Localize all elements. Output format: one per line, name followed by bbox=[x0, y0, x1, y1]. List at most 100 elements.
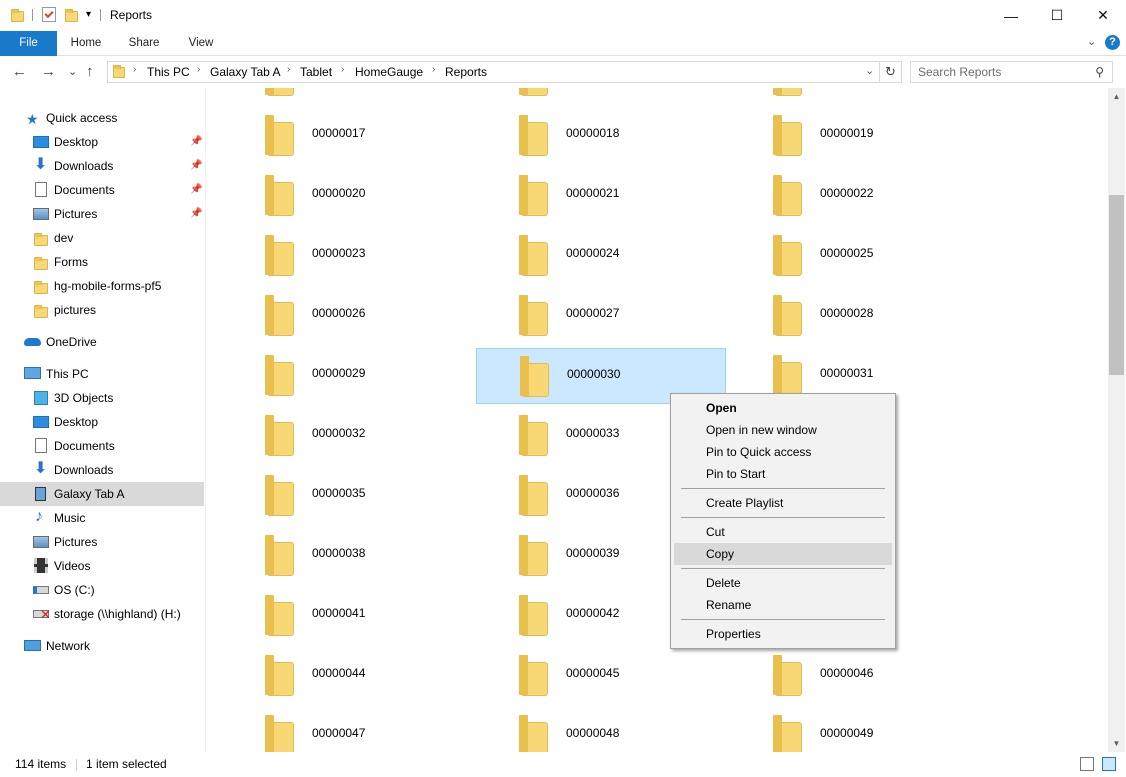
nav-quick-desktop[interactable]: Desktop 📌 bbox=[0, 130, 204, 154]
pin-icon[interactable]: 📌 bbox=[190, 130, 202, 154]
folder-item[interactable]: 00000048 bbox=[476, 708, 726, 752]
nav-pc-desktop[interactable]: Desktop bbox=[0, 410, 204, 434]
scroll-down-button[interactable]: ▼ bbox=[1108, 735, 1125, 752]
nav-music[interactable]: ♪ Music bbox=[0, 506, 204, 530]
menu-item-open-in-new-window[interactable]: Open in new window bbox=[674, 419, 892, 441]
tiles-view-icon[interactable] bbox=[1102, 757, 1116, 771]
pin-icon[interactable]: 📌 bbox=[190, 154, 202, 178]
pin-icon[interactable]: 📌 bbox=[190, 178, 202, 202]
folder-item[interactable]: 00000023 bbox=[222, 228, 472, 284]
breadcrumb-reports[interactable]: Reports bbox=[445, 65, 487, 79]
nav-3d-objects[interactable]: 3D Objects bbox=[0, 386, 204, 410]
search-box[interactable]: ⚲ bbox=[910, 61, 1113, 83]
address-dropdown-icon[interactable]: ⌄ bbox=[865, 64, 874, 77]
nav-this-pc[interactable]: This PC bbox=[0, 362, 204, 386]
menu-item-pin-to-start[interactable]: Pin to Start bbox=[674, 463, 892, 485]
folder-item[interactable]: 00000020 bbox=[222, 168, 472, 224]
breadcrumb-separator[interactable]: › bbox=[432, 64, 435, 75]
nav-pc-documents[interactable]: Documents bbox=[0, 434, 204, 458]
folder-item[interactable]: 00000022 bbox=[730, 168, 980, 224]
nav-quick-documents[interactable]: Documents 📌 bbox=[0, 178, 204, 202]
nav-onedrive[interactable]: OneDrive bbox=[0, 330, 204, 354]
up-button[interactable]: ↑ bbox=[86, 63, 94, 80]
tab-view[interactable]: View bbox=[176, 31, 226, 56]
tab-home[interactable]: Home bbox=[60, 31, 112, 56]
folder-item[interactable]: 00000014 bbox=[222, 88, 472, 104]
refresh-button[interactable]: ↻ bbox=[880, 61, 902, 83]
folder-item[interactable]: 00000038 bbox=[222, 528, 472, 584]
search-input[interactable] bbox=[911, 62, 1081, 82]
menu-item-open[interactable]: Open bbox=[674, 397, 892, 419]
folder-item[interactable]: 00000032 bbox=[222, 408, 472, 464]
breadcrumb-separator[interactable]: › bbox=[287, 64, 290, 75]
breadcrumb-this-pc[interactable]: This PC bbox=[147, 65, 190, 79]
nav-quick-hg-mobile-forms[interactable]: hg-mobile-forms-pf5 bbox=[0, 274, 204, 298]
ribbon-expand-icon[interactable]: ⌄ bbox=[1087, 35, 1096, 48]
folder-item[interactable]: 00000041 bbox=[222, 588, 472, 644]
nav-galaxy-tab-a[interactable]: Galaxy Tab A bbox=[0, 482, 204, 506]
folder-item[interactable]: 00000035 bbox=[222, 468, 472, 524]
folder-item[interactable]: 00000025 bbox=[730, 228, 980, 284]
menu-item-create-playlist[interactable]: Create Playlist bbox=[674, 492, 892, 514]
scroll-thumb[interactable] bbox=[1109, 195, 1124, 375]
folder-item[interactable]: 00000015 bbox=[476, 88, 726, 104]
nav-quick-pictures-folder[interactable]: pictures bbox=[0, 298, 204, 322]
maximize-button[interactable]: ☐ bbox=[1034, 0, 1080, 31]
folder-item[interactable]: 00000017 bbox=[222, 108, 472, 164]
folder-item[interactable]: 00000045 bbox=[476, 648, 726, 704]
menu-item-properties[interactable]: Properties bbox=[674, 623, 892, 645]
nav-storage-drive[interactable]: ✕ storage (\\highland) (H:) bbox=[0, 602, 204, 626]
nav-quick-pictures[interactable]: Pictures 📌 bbox=[0, 202, 204, 226]
folder-item[interactable]: 00000026 bbox=[222, 288, 472, 344]
nav-network[interactable]: Network bbox=[0, 634, 204, 658]
nav-pc-pictures[interactable]: Pictures bbox=[0, 530, 204, 554]
folder-item[interactable]: 00000044 bbox=[222, 648, 472, 704]
menu-item-pin-to-quick-access[interactable]: Pin to Quick access bbox=[674, 441, 892, 463]
folder-item[interactable]: 00000027 bbox=[476, 288, 726, 344]
scroll-up-button[interactable]: ▲ bbox=[1108, 88, 1125, 105]
nav-quick-access[interactable]: ★ Quick access bbox=[0, 106, 204, 130]
vertical-scrollbar[interactable]: ▲ ▼ bbox=[1108, 88, 1125, 752]
folder-item[interactable]: 00000028 bbox=[730, 288, 980, 344]
new-folder-icon[interactable] bbox=[65, 9, 78, 22]
menu-item-delete[interactable]: Delete bbox=[674, 572, 892, 594]
breadcrumb-homegauge[interactable]: HomeGauge bbox=[355, 65, 423, 79]
nav-os-drive[interactable]: OS (C:) bbox=[0, 578, 204, 602]
nav-videos[interactable]: Videos bbox=[0, 554, 204, 578]
breadcrumb-separator[interactable]: › bbox=[341, 64, 344, 75]
folder-item[interactable]: 00000049 bbox=[730, 708, 980, 752]
qat-dropdown-icon[interactable]: ▾ bbox=[86, 9, 91, 20]
folder-item[interactable]: 00000029 bbox=[222, 348, 472, 404]
search-icon[interactable]: ⚲ bbox=[1095, 65, 1104, 79]
back-button[interactable]: ← bbox=[12, 63, 27, 80]
breadcrumb-separator[interactable]: › bbox=[197, 64, 200, 75]
folder-name: 00000025 bbox=[820, 246, 874, 260]
breadcrumb-separator[interactable]: › bbox=[133, 64, 136, 75]
menu-item-copy[interactable]: Copy bbox=[674, 543, 892, 565]
forward-button[interactable]: → bbox=[41, 63, 56, 80]
menu-item-rename[interactable]: Rename bbox=[674, 594, 892, 616]
minimize-button[interactable]: — bbox=[988, 0, 1034, 31]
menu-item-cut[interactable]: Cut bbox=[674, 521, 892, 543]
tab-file[interactable]: File bbox=[0, 31, 57, 56]
nav-quick-downloads[interactable]: ⬇ Downloads 📌 bbox=[0, 154, 204, 178]
recent-locations-button[interactable]: ⌄ bbox=[68, 65, 77, 78]
folder-item[interactable]: 00000047 bbox=[222, 708, 472, 752]
properties-icon[interactable] bbox=[42, 7, 56, 22]
folder-item[interactable]: 00000024 bbox=[476, 228, 726, 284]
close-button[interactable]: ✕ bbox=[1080, 0, 1126, 31]
nav-quick-forms[interactable]: Forms bbox=[0, 250, 204, 274]
folder-item[interactable]: 00000016 bbox=[730, 88, 980, 104]
tab-share[interactable]: Share bbox=[118, 31, 170, 56]
folder-item[interactable]: 00000046 bbox=[730, 648, 980, 704]
breadcrumb-galaxy-tab-a[interactable]: Galaxy Tab A bbox=[210, 65, 281, 79]
folder-item[interactable]: 00000018 bbox=[476, 108, 726, 164]
breadcrumb-tablet[interactable]: Tablet bbox=[300, 65, 332, 79]
details-view-icon[interactable] bbox=[1080, 757, 1094, 771]
folder-item[interactable]: 00000019 bbox=[730, 108, 980, 164]
help-icon[interactable]: ? bbox=[1105, 35, 1120, 50]
folder-item[interactable]: 00000021 bbox=[476, 168, 726, 224]
pin-icon[interactable]: 📌 bbox=[190, 202, 202, 226]
nav-pc-downloads[interactable]: ⬇ Downloads bbox=[0, 458, 204, 482]
nav-quick-dev[interactable]: dev bbox=[0, 226, 204, 250]
